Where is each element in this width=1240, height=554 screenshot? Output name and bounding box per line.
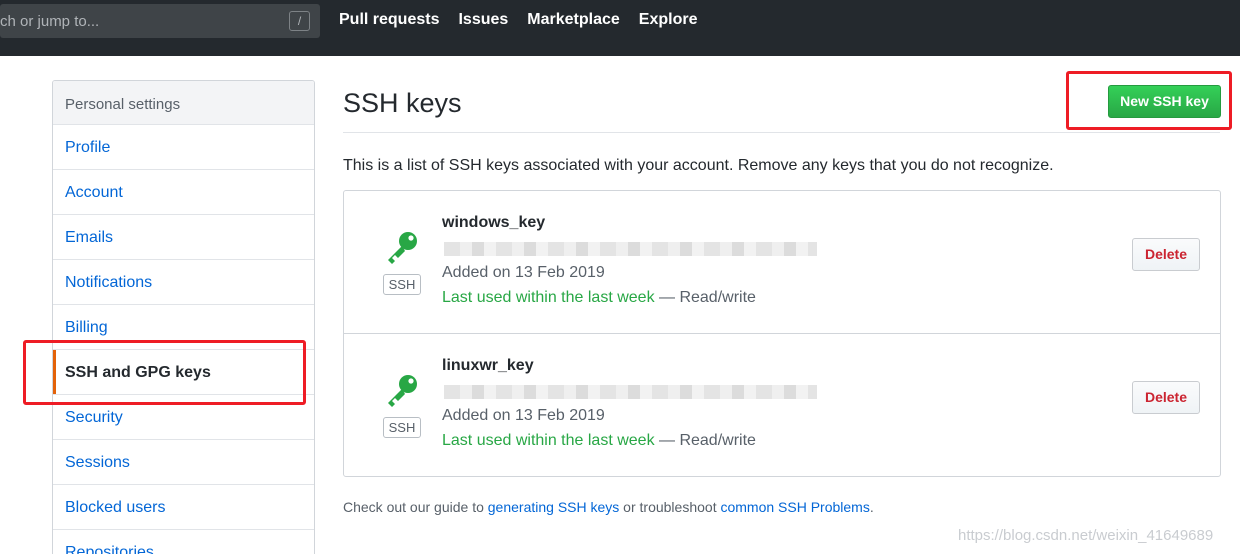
common-ssh-problems-link[interactable]: common SSH Problems [720,499,869,515]
search-box[interactable]: ch or jump to... / [0,4,320,38]
footer-prefix: Check out our guide to [343,499,488,515]
page-title: SSH keys [343,88,462,118]
footer-middle: or troubleshoot [619,499,721,515]
key-title: windows_key [442,214,546,231]
sidebar-item-notifications[interactable]: Notifications [53,260,314,305]
watermark: https://blog.csdn.net/weixin_41649689 [958,527,1214,544]
title-divider [343,132,1220,133]
nav-issues[interactable]: Issues [458,11,508,29]
ssh-keys-list: SSH windows_key Added on 13 Feb 2019 Las… [343,190,1221,477]
ssh-badge: SSH [383,274,421,295]
delete-button[interactable]: Delete [1132,381,1200,414]
search-input[interactable]: ch or jump to... [0,13,99,30]
list-item: SSH windows_key Added on 13 Feb 2019 Las… [344,191,1220,334]
slash-icon: / [289,11,310,31]
key-added-date: Added on 13 Feb 2019 [442,407,605,424]
sidebar-item-profile[interactable]: Profile [53,125,314,170]
key-icon [388,375,417,407]
last-used-text: Last used within the last week [442,432,655,449]
key-icon [388,232,417,264]
sidebar-item-blocked-users[interactable]: Blocked users [53,485,314,530]
sidebar-item-repositories[interactable]: Repositories [53,530,314,554]
sidebar-item-billing[interactable]: Billing [53,305,314,350]
sidebar-item-ssh-gpg-keys[interactable]: SSH and GPG keys [53,350,314,395]
settings-sidebar: Personal settings Profile Account Emails… [52,80,315,554]
sidebar-item-sessions[interactable]: Sessions [53,440,314,485]
nav-marketplace[interactable]: Marketplace [527,11,620,29]
key-title: linuxwr_key [442,357,534,374]
access-level: — Read/write [654,432,756,449]
key-last-used: Last used within the last week — Read/wr… [442,289,756,307]
sidebar-item-emails[interactable]: Emails [53,215,314,260]
footer-suffix: . [869,499,874,515]
nav-pull-requests[interactable]: Pull requests [339,11,439,29]
nav-links: Pull requests Issues Marketplace Explore [339,11,697,29]
last-used-text: Last used within the last week [442,289,655,306]
access-level: — Read/write [654,289,756,306]
key-fingerprint-redacted [444,242,817,256]
nav-explore[interactable]: Explore [639,11,698,29]
new-ssh-key-button[interactable]: New SSH key [1108,85,1221,118]
key-last-used: Last used within the last week — Read/wr… [442,432,756,450]
top-nav: ch or jump to... / Pull requests Issues … [0,0,1240,56]
key-added-date: Added on 13 Feb 2019 [442,264,605,281]
sidebar-item-security[interactable]: Security [53,395,314,440]
sidebar-header: Personal settings [53,81,314,125]
generating-ssh-keys-link[interactable]: generating SSH keys [488,499,620,515]
key-fingerprint-redacted [444,385,817,399]
footer-note: Check out our guide to generating SSH ke… [343,499,874,515]
sidebar-item-account[interactable]: Account [53,170,314,215]
intro-text: This is a list of SSH keys associated wi… [343,157,1054,174]
delete-button[interactable]: Delete [1132,238,1200,271]
ssh-badge: SSH [383,417,421,438]
list-item: SSH linuxwr_key Added on 13 Feb 2019 Las… [344,334,1220,477]
